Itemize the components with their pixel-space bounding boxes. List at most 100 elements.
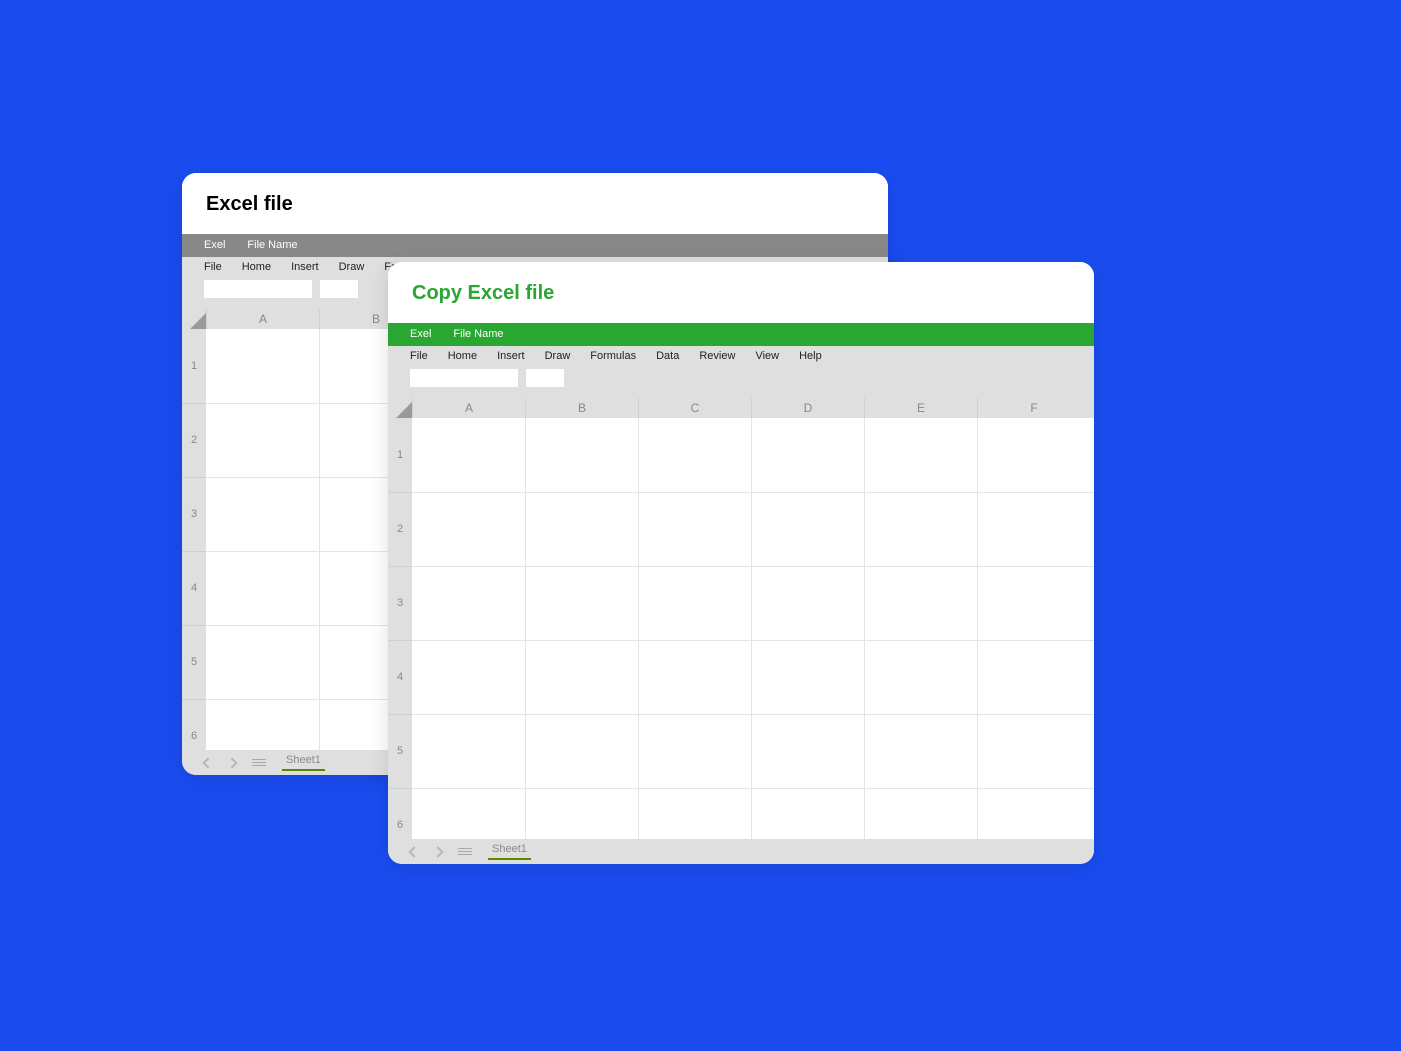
cell[interactable]: [525, 715, 638, 788]
cell[interactable]: [864, 789, 977, 840]
app-ribbon: Exel File Name: [182, 234, 888, 257]
prev-sheet-icon[interactable]: [408, 846, 419, 857]
cell[interactable]: [206, 478, 319, 551]
column-header[interactable]: A: [412, 398, 525, 418]
cell[interactable]: [638, 493, 751, 566]
next-sheet-icon[interactable]: [432, 846, 443, 857]
menu-file[interactable]: File: [410, 350, 428, 362]
cell[interactable]: [525, 493, 638, 566]
menu-formulas[interactable]: Formulas: [590, 350, 636, 362]
cell[interactable]: [864, 715, 977, 788]
row-header[interactable]: 2: [182, 403, 206, 477]
all-sheets-icon[interactable]: [458, 848, 472, 855]
cell[interactable]: [206, 700, 319, 751]
cell[interactable]: [412, 641, 525, 714]
menu-help[interactable]: Help: [799, 350, 822, 362]
column-header[interactable]: F: [977, 398, 1090, 418]
title-bar: Copy Excel file: [388, 262, 1094, 323]
row-header[interactable]: 4: [182, 551, 206, 625]
row-header[interactable]: 3: [182, 477, 206, 551]
file-name-label: File Name: [453, 328, 503, 340]
cell[interactable]: [751, 789, 864, 840]
row-header[interactable]: 3: [388, 566, 412, 640]
cell[interactable]: [412, 567, 525, 640]
menu-review[interactable]: Review: [699, 350, 735, 362]
cell[interactable]: [864, 493, 977, 566]
row-header[interactable]: 6: [388, 788, 412, 840]
formula-input[interactable]: [526, 369, 564, 387]
row-headers: 1 2 3 4 5 6: [388, 418, 412, 840]
menu-insert[interactable]: Insert: [497, 350, 525, 362]
row-header[interactable]: 4: [388, 640, 412, 714]
cell[interactable]: [864, 641, 977, 714]
row-header[interactable]: 6: [182, 699, 206, 751]
cell[interactable]: [412, 715, 525, 788]
cell[interactable]: [206, 404, 319, 477]
cell[interactable]: [525, 418, 638, 492]
menu-data[interactable]: Data: [656, 350, 679, 362]
cell[interactable]: [525, 789, 638, 840]
select-all-corner[interactable]: [182, 309, 206, 329]
row-header[interactable]: 1: [182, 329, 206, 403]
cell[interactable]: [638, 567, 751, 640]
menu-home[interactable]: Home: [242, 261, 271, 273]
cell[interactable]: [977, 493, 1090, 566]
menu-draw[interactable]: Draw: [339, 261, 365, 273]
row-headers: 1 2 3 4 5 6: [182, 329, 206, 751]
cell[interactable]: [864, 567, 977, 640]
cell[interactable]: [638, 418, 751, 492]
column-headers: A B C D E F: [388, 398, 1094, 418]
cell[interactable]: [977, 715, 1090, 788]
formula-input[interactable]: [320, 280, 358, 298]
cell[interactable]: [412, 789, 525, 840]
cell-reference-input[interactable]: [410, 369, 518, 387]
menu-view[interactable]: View: [755, 350, 779, 362]
row-header[interactable]: 5: [182, 625, 206, 699]
cell[interactable]: [638, 715, 751, 788]
cell[interactable]: [206, 552, 319, 625]
cell[interactable]: [977, 567, 1090, 640]
all-sheets-icon[interactable]: [252, 759, 266, 766]
cell[interactable]: [751, 715, 864, 788]
column-header[interactable]: A: [206, 309, 319, 329]
spreadsheet-grid: A B C D E F 1 2 3 4 5 6: [388, 398, 1094, 840]
column-header[interactable]: B: [525, 398, 638, 418]
cell-reference-input[interactable]: [204, 280, 312, 298]
cell[interactable]: [412, 418, 525, 492]
column-header[interactable]: D: [751, 398, 864, 418]
menu-file[interactable]: File: [204, 261, 222, 273]
menu-home[interactable]: Home: [448, 350, 477, 362]
formula-bar: [388, 367, 1094, 398]
menu-insert[interactable]: Insert: [291, 261, 319, 273]
select-all-corner[interactable]: [388, 398, 412, 418]
cell[interactable]: [977, 418, 1090, 492]
prev-sheet-icon[interactable]: [202, 757, 213, 768]
cell[interactable]: [751, 418, 864, 492]
cell[interactable]: [638, 789, 751, 840]
cell[interactable]: [751, 493, 864, 566]
column-header[interactable]: E: [864, 398, 977, 418]
cell[interactable]: [751, 641, 864, 714]
status-bar: Sheet1: [388, 839, 1094, 864]
cell[interactable]: [864, 418, 977, 492]
row-header[interactable]: 1: [388, 418, 412, 492]
cell[interactable]: [525, 641, 638, 714]
cells-area: [412, 418, 1094, 840]
column-header[interactable]: C: [638, 398, 751, 418]
sheet-tab[interactable]: Sheet1: [282, 754, 325, 771]
row-header[interactable]: 2: [388, 492, 412, 566]
window-title: Excel file: [206, 193, 864, 216]
cell[interactable]: [977, 641, 1090, 714]
excel-window-copy: Copy Excel file Exel File Name File Home…: [388, 262, 1094, 864]
next-sheet-icon[interactable]: [226, 757, 237, 768]
cell[interactable]: [412, 493, 525, 566]
cell[interactable]: [977, 789, 1090, 840]
menu-draw[interactable]: Draw: [545, 350, 571, 362]
sheet-tab[interactable]: Sheet1: [488, 843, 531, 860]
cell[interactable]: [206, 329, 319, 403]
cell[interactable]: [525, 567, 638, 640]
cell[interactable]: [638, 641, 751, 714]
row-header[interactable]: 5: [388, 714, 412, 788]
cell[interactable]: [751, 567, 864, 640]
cell[interactable]: [206, 626, 319, 699]
